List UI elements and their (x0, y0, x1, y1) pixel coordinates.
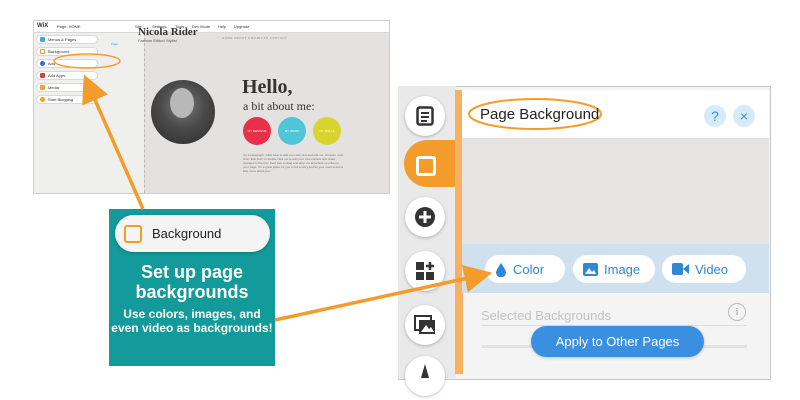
callout-arrows (82, 74, 493, 322)
